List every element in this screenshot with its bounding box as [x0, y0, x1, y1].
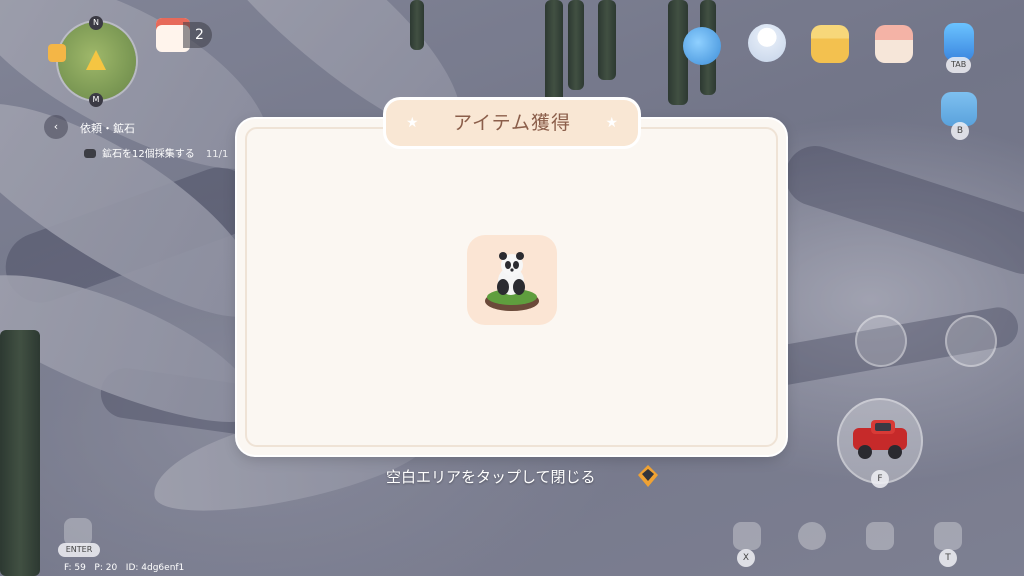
- basket-icon[interactable]: [875, 25, 913, 63]
- ore-pointer-icon: [638, 465, 658, 487]
- quest-task-number: 12: [132, 149, 145, 160]
- star-icon-left: ★: [406, 115, 419, 131]
- car-icon[interactable]: [733, 522, 761, 550]
- dialog-title: アイテム獲得: [452, 112, 572, 134]
- snowman-icon[interactable]: [748, 24, 786, 62]
- debug-id: ID: 4dg6enf1: [125, 563, 185, 573]
- tab-key-badge: TAB: [946, 57, 972, 73]
- paw-button[interactable]: [945, 315, 997, 367]
- player-arrow-icon: [86, 50, 106, 70]
- debug-f: F: 59: [64, 563, 86, 573]
- camera-icon[interactable]: [866, 522, 894, 550]
- quest-task: 鉱石を12個採集する 11/1: [84, 145, 228, 160]
- vehicle-key-badge: F: [871, 470, 889, 488]
- obtained-item-card[interactable]: [467, 235, 557, 325]
- panda-figurine-icon: [485, 252, 539, 311]
- minimap[interactable]: [58, 22, 136, 100]
- phone-icon[interactable]: [944, 23, 974, 61]
- chat-icon[interactable]: [64, 518, 92, 546]
- enter-key-badge: ENTER: [58, 543, 100, 557]
- dialog-header: ★ アイテム獲得 ★: [386, 100, 638, 146]
- t-key-badge: T: [939, 549, 957, 567]
- planet-icon[interactable]: [683, 27, 721, 65]
- debug-info: F: 59 P: 20 ID: 4dg6enf1: [64, 563, 184, 573]
- compass-north-label: N: [89, 16, 103, 30]
- backpack-icon[interactable]: [941, 92, 977, 126]
- quest-task-suffix: 個採集する: [144, 149, 195, 160]
- star-icon-right: ★: [605, 115, 618, 131]
- calendar-count-badge: 2: [183, 22, 212, 48]
- bag-key-badge: B: [951, 122, 969, 140]
- quest-task-prefix: 鉱石を: [102, 149, 132, 160]
- quest-progress: 11/1: [205, 149, 229, 160]
- quest-title[interactable]: 依頼・鉱石: [80, 120, 135, 136]
- emote-pose-button[interactable]: [855, 315, 907, 367]
- quest-back-button[interactable]: ‹: [44, 115, 68, 139]
- tap-to-close-hint[interactable]: 空白エリアをタップして閉じる: [386, 466, 596, 487]
- gift-box-icon[interactable]: [811, 25, 849, 63]
- ore-icon: [84, 149, 96, 158]
- home-icon[interactable]: [48, 44, 66, 62]
- compass-marker-label: M: [89, 93, 103, 107]
- debug-p: P: 20: [94, 563, 118, 573]
- vehicle-alt-icon[interactable]: [934, 522, 962, 550]
- x-key-badge: X: [737, 549, 755, 567]
- smile-icon[interactable]: [798, 522, 826, 550]
